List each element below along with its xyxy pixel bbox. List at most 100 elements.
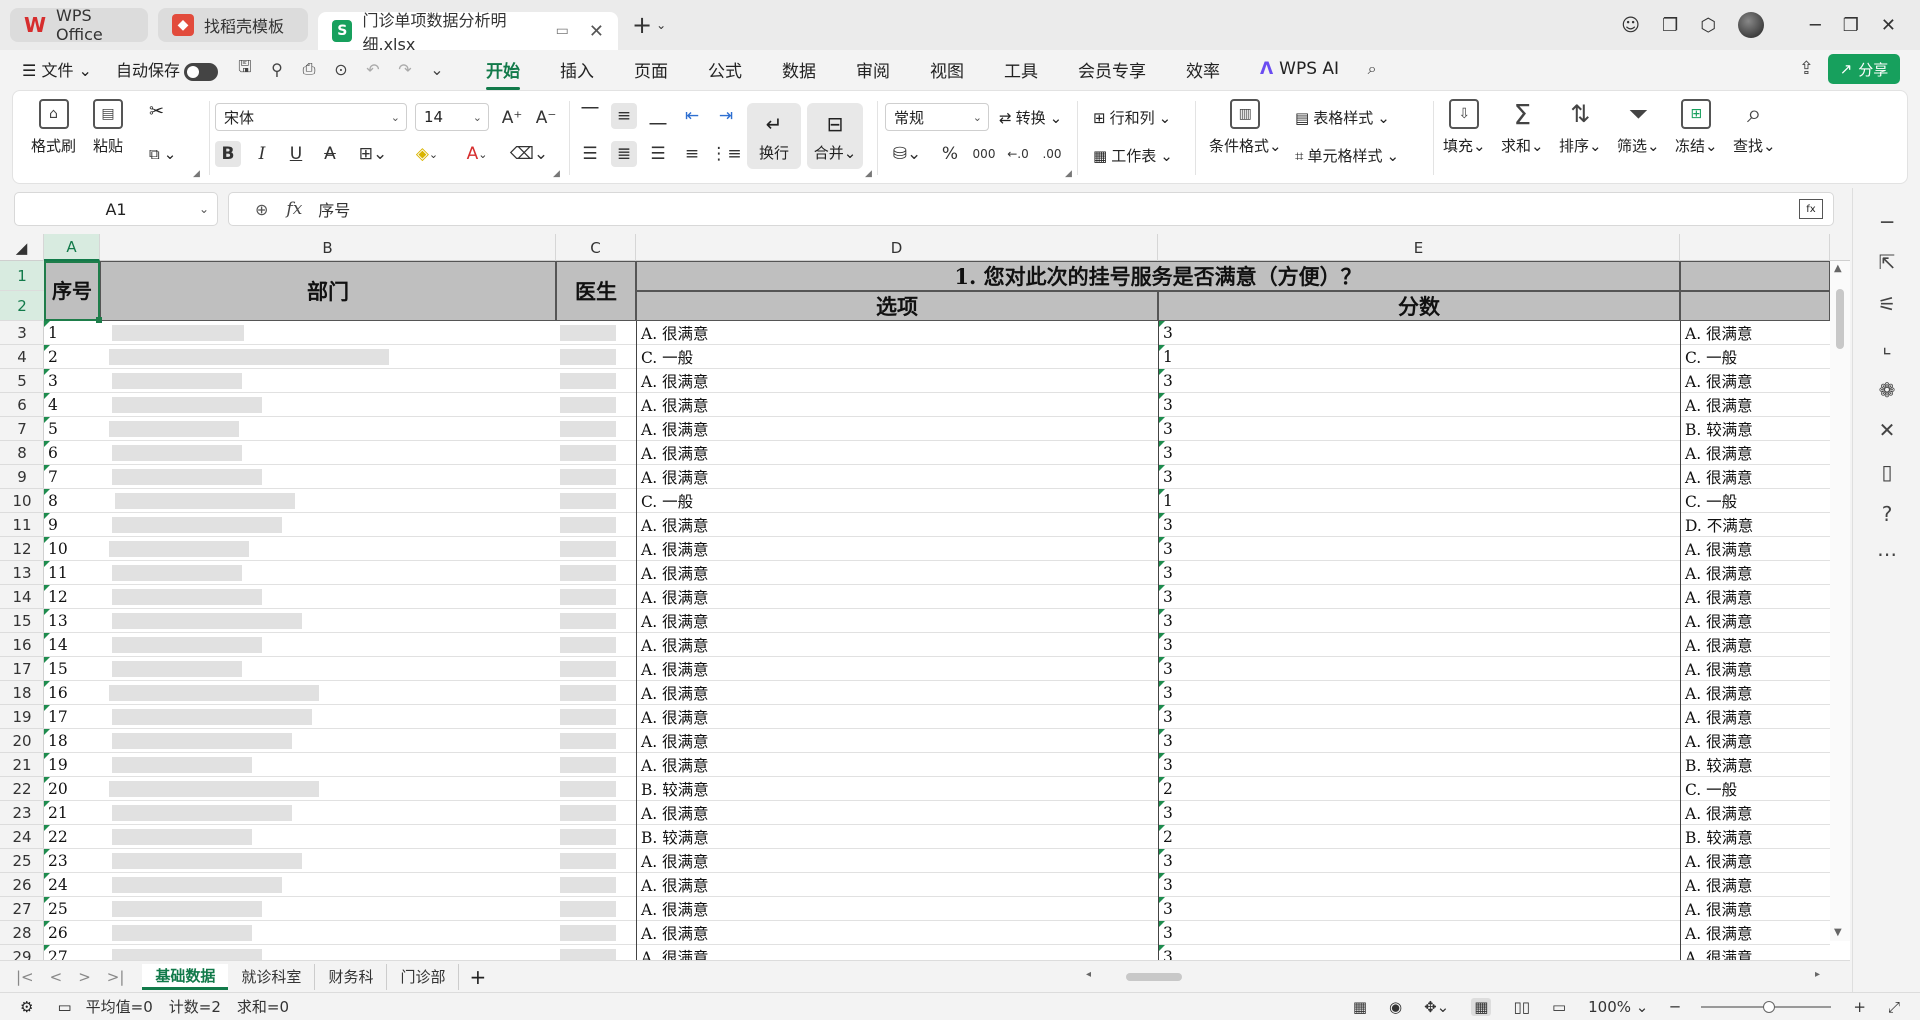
cell-option[interactable]: A. 很满意 <box>636 537 1158 561</box>
cell-next-option[interactable]: B. 较满意 <box>1680 753 1830 777</box>
cell-department-redacted[interactable] <box>100 729 556 753</box>
cell-index[interactable]: 14 <box>44 633 100 657</box>
cell-index[interactable]: 1 <box>44 321 100 345</box>
align-middle-icon[interactable]: ≡ <box>611 103 637 129</box>
cell-department-redacted[interactable] <box>100 513 556 537</box>
cell-index[interactable]: 12 <box>44 585 100 609</box>
collapse-icon[interactable]: ─ <box>1875 210 1899 234</box>
row-header[interactable]: 29 <box>0 945 44 961</box>
row-header[interactable]: 8 <box>0 441 44 465</box>
cell-index[interactable]: 5 <box>44 417 100 441</box>
scroll-down-icon[interactable]: ▼ <box>1834 927 1842 938</box>
distribute-icon[interactable]: ⋮≡ <box>710 141 741 167</box>
cell-option[interactable]: A. 很满意 <box>636 441 1158 465</box>
align-center-icon[interactable]: ≣ <box>611 141 637 167</box>
cell-score[interactable]: 3 <box>1158 609 1680 633</box>
cell-index[interactable]: 25 <box>44 897 100 921</box>
cell-next-option[interactable]: A. 很满意 <box>1680 681 1830 705</box>
row-header[interactable]: 18 <box>0 681 44 705</box>
align-left-icon[interactable]: ☰ <box>577 141 603 167</box>
cell-index[interactable]: 16 <box>44 681 100 705</box>
eraser-icon[interactable]: ⌫⌄ <box>509 141 549 167</box>
cell-doctor-redacted[interactable] <box>556 945 636 960</box>
cell-next-option[interactable]: A. 很满意 <box>1680 537 1830 561</box>
vertical-scrollbar[interactable]: ▲ ▼ <box>1830 261 1850 941</box>
cell-option[interactable]: A. 很满意 <box>636 729 1158 753</box>
row-header[interactable]: 5 <box>0 369 44 393</box>
file-menu[interactable]: ☰ 文件 ⌄ <box>22 57 92 81</box>
cell-index[interactable]: 7 <box>44 465 100 489</box>
cell-doctor-redacted[interactable] <box>556 825 636 849</box>
tab-2[interactable]: 插入 <box>540 57 614 82</box>
zoom-out-icon[interactable]: ─ <box>1670 998 1679 1016</box>
fill-button[interactable]: ⇩ 填充⌄ <box>1443 99 1486 156</box>
cell-next-option[interactable]: A. 很满意 <box>1680 369 1830 393</box>
cell-department-redacted[interactable] <box>100 849 556 873</box>
cell-option[interactable]: A. 很满意 <box>636 705 1158 729</box>
currency-icon[interactable]: ⛁⌄ <box>887 141 927 167</box>
save-icon[interactable]: 🖫 <box>232 56 258 83</box>
row-header[interactable]: 17 <box>0 657 44 681</box>
print-preview-icon[interactable]: ⊙ <box>328 60 354 79</box>
cell-doctor-redacted[interactable] <box>556 729 636 753</box>
col-header-d[interactable]: D <box>636 234 1158 261</box>
cell-option[interactable]: C. 一般 <box>636 489 1158 513</box>
row-header[interactable]: 27 <box>0 897 44 921</box>
crop-icon[interactable]: ⌞ <box>1875 334 1899 358</box>
cell-next-option[interactable]: A. 很满意 <box>1680 921 1830 945</box>
cell-index[interactable]: 3 <box>44 369 100 393</box>
col-header-b[interactable]: B <box>100 234 556 261</box>
document-icon[interactable]: ▭ <box>57 998 71 1016</box>
row-header[interactable]: 20 <box>0 729 44 753</box>
header-cell-option[interactable]: 选项 <box>636 291 1158 321</box>
underline-icon[interactable]: U <box>283 141 309 167</box>
row-header[interactable]: 10 <box>0 489 44 513</box>
cell-department-redacted[interactable] <box>100 945 556 960</box>
decimal-decrease-icon[interactable]: .00 <box>1039 141 1065 167</box>
normal-view-icon[interactable]: ▦ <box>1471 998 1492 1016</box>
cell-score[interactable]: 3 <box>1158 513 1680 537</box>
skin-icon[interactable]: ☺ <box>1621 15 1640 36</box>
cell-option[interactable]: B. 较满意 <box>636 825 1158 849</box>
row-header[interactable]: 12 <box>0 537 44 561</box>
cell-doctor-redacted[interactable] <box>556 777 636 801</box>
cell-next-option[interactable]: A. 很满意 <box>1680 705 1830 729</box>
row-header[interactable]: 22 <box>0 777 44 801</box>
book-icon[interactable]: ▯ <box>1875 460 1899 484</box>
cell-option[interactable]: A. 很满意 <box>636 681 1158 705</box>
cell-next-option[interactable]: A. 很满意 <box>1680 465 1830 489</box>
row-header[interactable]: 1 <box>0 261 44 291</box>
prev-sheet-icon[interactable]: < <box>50 968 63 986</box>
font-color-icon[interactable]: A ⌄ <box>457 141 497 167</box>
font-size-select[interactable]: 14 ⌄ <box>415 103 489 131</box>
row-header[interactable]: 3 <box>0 321 44 345</box>
cell-index[interactable]: 4 <box>44 393 100 417</box>
new-tab-icon[interactable]: + <box>632 11 652 39</box>
cell-next-option[interactable]: C. 一般 <box>1680 489 1830 513</box>
col-header-f[interactable] <box>1680 234 1830 261</box>
cell-score[interactable]: 3 <box>1158 633 1680 657</box>
print-icon[interactable]: ⎙ <box>296 59 322 79</box>
cell-option[interactable]: A. 很满意 <box>636 513 1158 537</box>
cell-department-redacted[interactable] <box>100 489 556 513</box>
cell-next-option[interactable]: B. 较满意 <box>1680 825 1830 849</box>
cell-doctor-redacted[interactable] <box>556 489 636 513</box>
cell-score[interactable]: 3 <box>1158 585 1680 609</box>
cell-doctor-redacted[interactable] <box>556 513 636 537</box>
cell-option[interactable]: A. 很满意 <box>636 393 1158 417</box>
cell-option[interactable]: A. 很满意 <box>636 873 1158 897</box>
cell-next-option[interactable]: A. 很满意 <box>1680 561 1830 585</box>
cell-department-redacted[interactable] <box>100 825 556 849</box>
cell-doctor-redacted[interactable] <box>556 321 636 345</box>
cell-doctor-redacted[interactable] <box>556 657 636 681</box>
expand-corner-icon[interactable]: ◢ <box>865 169 872 179</box>
row-header[interactable]: 15 <box>0 609 44 633</box>
cell-doctor-redacted[interactable] <box>556 681 636 705</box>
tab-7[interactable]: 视图 <box>910 57 984 82</box>
strikethrough-icon[interactable]: A <box>317 141 343 167</box>
next-sheet-icon[interactable]: > <box>78 968 91 986</box>
cell-doctor-redacted[interactable] <box>556 921 636 945</box>
cell-department-redacted[interactable] <box>100 585 556 609</box>
sliders-icon[interactable]: ⚟ <box>1875 292 1899 316</box>
cell-department-redacted[interactable] <box>100 441 556 465</box>
